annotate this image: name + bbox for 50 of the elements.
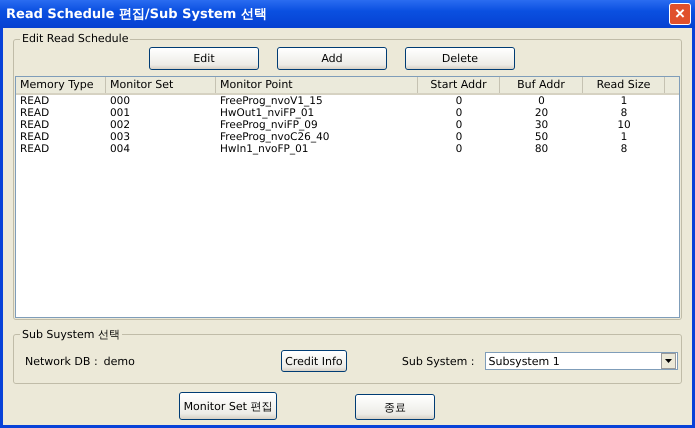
table-cell-text: 0 [454, 119, 464, 131]
window-title: Read Schedule 편집/Sub System 선택 [6, 6, 267, 23]
table-cell-text: 1 [620, 131, 628, 143]
table-cell-text: FreeProg_nvoV1_15 [219, 95, 324, 107]
table-cell-text: 0 [454, 95, 464, 107]
table-cell-text: FreeProg_nviFP_09 [219, 119, 319, 131]
network-label: Network DB : [25, 354, 98, 368]
toolbar-button[interactable]: Add [277, 47, 387, 70]
subsystem-label: Sub System : [402, 354, 475, 368]
column-header[interactable]: Read Size [583, 77, 665, 93]
table-cell-text: 1 [620, 95, 628, 107]
table-cell-text: FreeProg_nvoC26_40 [219, 131, 330, 143]
table-cell-text: HwOut1_nviFP_01 [219, 107, 316, 119]
toolbar-button[interactable]: Edit [149, 47, 259, 70]
table-cell-text: READ [19, 95, 50, 107]
table-cell-text: 002 [109, 119, 132, 131]
table-cell-text: READ [19, 131, 50, 143]
subsystem-dropdown[interactable]: Subsystem 1 [484, 352, 678, 370]
table-cell-text: 20 [534, 107, 550, 119]
credit-info-button[interactable]: Credit Info [280, 350, 347, 372]
table-cell-text: 8 [620, 107, 628, 119]
column-header[interactable]: Monitor Set [106, 77, 216, 93]
dialog-button[interactable]: Monitor Set 편집 [179, 392, 277, 420]
column-header[interactable]: Buf Addr [500, 77, 583, 93]
table-cell-text: 0 [454, 131, 464, 143]
group-title: Sub Suystem 선택 [20, 327, 122, 342]
table-cell-text: 80 [534, 143, 550, 155]
table-cell-text: 000 [109, 95, 132, 107]
column-header[interactable]: Memory Type [16, 77, 106, 93]
table-cell-text: READ [19, 107, 50, 119]
table-cell-text: 50 [534, 131, 550, 143]
table-cell-text: HwIn1_nvoFP_01 [219, 143, 310, 155]
table-cell-text: 003 [109, 131, 132, 143]
table-cell-text: READ [19, 143, 50, 155]
table-cell-text: 004 [109, 143, 132, 155]
table-cell-text: 0 [537, 95, 546, 107]
table-cell-text: 0 [454, 107, 464, 119]
toolbar-button[interactable]: Delete [405, 47, 515, 70]
table-cell-text: 10 [616, 119, 632, 131]
close-button[interactable]: × [669, 3, 691, 25]
dialog-button[interactable]: 종료 [355, 394, 435, 420]
network-value: demo [104, 354, 135, 368]
table-cell-text: 8 [620, 143, 628, 155]
column-header[interactable]: Start Addr [418, 77, 500, 93]
table-cell-text: READ [19, 119, 50, 131]
column-header[interactable]: Monitor Point [216, 77, 418, 93]
table-cell-text: 0 [454, 143, 464, 155]
table-cell-text: 001 [109, 107, 132, 119]
group-title: Edit Read Schedule [20, 32, 130, 45]
table-cell-text: 30 [534, 119, 550, 131]
